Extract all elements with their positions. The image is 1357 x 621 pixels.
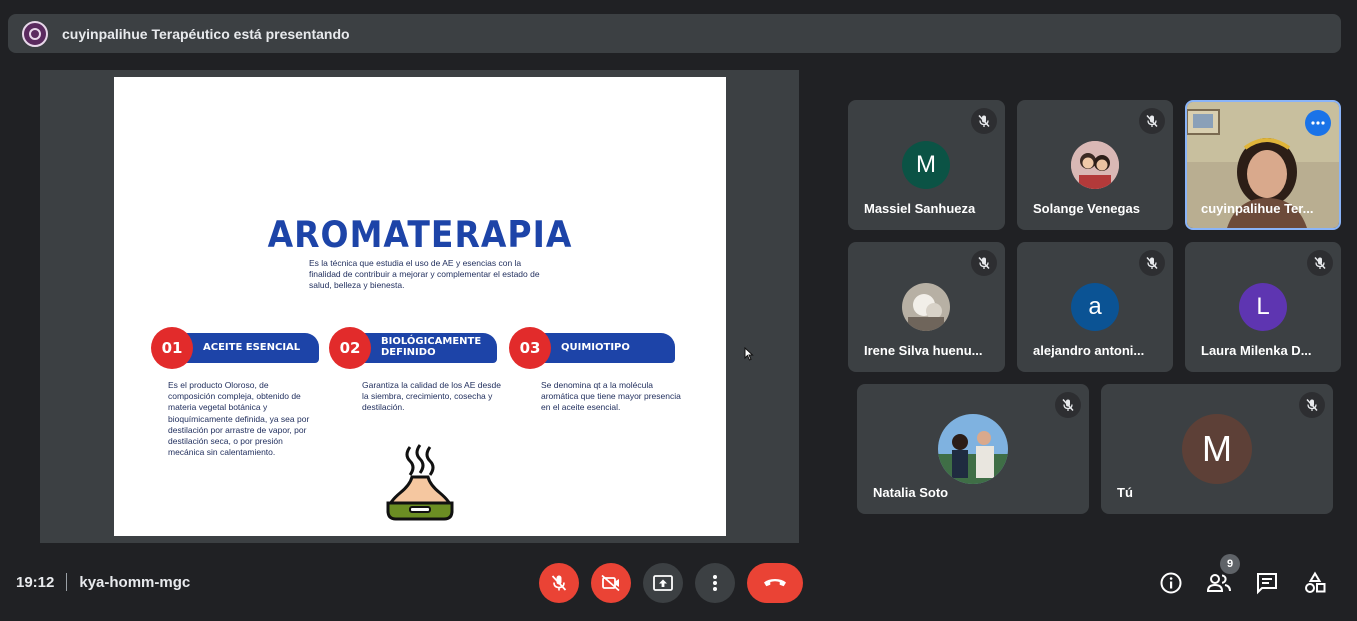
participant-name: Irene Silva huenu... [864, 343, 983, 358]
slide-item-3: 03 QUIMIOTIPO [509, 327, 679, 369]
participant-name: Massiel Sanhueza [864, 201, 976, 216]
chat-button[interactable] [1254, 570, 1280, 596]
leave-call-button[interactable] [747, 563, 803, 603]
camera-off-icon [601, 574, 620, 592]
item-number: 02 [329, 327, 371, 369]
participant-name: cuyinpalihue Ter... [1201, 201, 1314, 216]
mic-off-icon [1307, 250, 1333, 276]
meeting-code[interactable]: kya-homm-mgc [79, 574, 190, 591]
present-screen-button[interactable] [643, 563, 683, 603]
participant-photo [1071, 141, 1119, 189]
participant-name: alejandro antoni... [1033, 343, 1145, 358]
participant-tile[interactable]: Solange Venegas [1017, 100, 1173, 230]
toggle-mic-button[interactable] [539, 563, 579, 603]
item-2-description: Garantiza la calidad de los AE desde la … [362, 380, 501, 413]
self-avatar: M [1182, 414, 1252, 484]
meeting-time: 19:12 [16, 573, 55, 591]
people-button[interactable] [1206, 570, 1232, 596]
slide-title: AROMATERAPIA [267, 213, 573, 256]
mic-off-icon [1139, 250, 1165, 276]
people-icon [1206, 574, 1231, 592]
more-vert-icon [713, 575, 717, 591]
item-1-description: Es el producto Oloroso, de composición c… [168, 380, 310, 458]
mic-off-icon [1055, 392, 1081, 418]
participant-tile[interactable]: M Massiel Sanhueza [848, 100, 1005, 230]
end-call-icon [764, 579, 786, 587]
slide-item-2: 02 BIOLÓGICAMENTE DEFINIDO [329, 327, 499, 369]
participant-photo [938, 414, 1008, 484]
item-label: QUIMIOTIPO [561, 342, 630, 353]
presenter-avatar [22, 20, 48, 47]
participant-name: Solange Venegas [1033, 201, 1140, 216]
activities-icon [1305, 571, 1326, 593]
mic-off-icon [1299, 392, 1325, 418]
self-tile[interactable]: M Tú [1101, 384, 1333, 514]
participant-name: Natalia Soto [873, 485, 949, 500]
participant-avatar: M [902, 141, 950, 189]
info-icon [1160, 572, 1182, 594]
presentation-stage[interactable]: AROMATERAPIA Es la técnica que estudia e… [40, 70, 799, 543]
mic-off-icon [971, 250, 997, 276]
diffuser-icon [386, 444, 454, 521]
slide-item-1: 01 ACEITE ESENCIAL [151, 327, 319, 369]
divider [66, 573, 68, 591]
participant-avatar: L [1239, 283, 1287, 331]
presenting-banner: cuyinpalihue Terapéutico está presentand… [8, 14, 1341, 53]
chat-icon [1257, 573, 1277, 595]
item-label: BIOLÓGICAMENTE DEFINIDO [381, 336, 482, 358]
item-3-description: Se denomina qt a la molécula aromática q… [541, 380, 681, 413]
meeting-details-button[interactable] [1158, 570, 1184, 596]
item-number: 01 [151, 327, 193, 369]
slide-intro: Es la técnica que estudia el uso de AE y… [309, 258, 540, 291]
self-name: Tú [1117, 485, 1133, 500]
participant-tile[interactable]: L Laura Milenka D... [1185, 242, 1341, 372]
presenting-text: cuyinpalihue Terapéutico está presentand… [62, 25, 350, 42]
item-label: ACEITE ESENCIAL [203, 342, 301, 353]
participant-tile[interactable]: Natalia Soto [857, 384, 1089, 514]
mouse-cursor-icon [744, 347, 754, 361]
item-number: 03 [509, 327, 551, 369]
participant-tile[interactable]: a alejandro antoni... [1017, 242, 1173, 372]
participant-name: Laura Milenka D... [1201, 343, 1312, 358]
slide: AROMATERAPIA Es la técnica que estudia e… [114, 77, 726, 536]
participant-avatar: a [1071, 283, 1119, 331]
mic-off-icon [551, 575, 567, 591]
more-options-button[interactable] [695, 563, 735, 603]
participant-photo [902, 283, 950, 331]
mic-off-icon [971, 108, 997, 134]
toggle-camera-button[interactable] [591, 563, 631, 603]
activities-button[interactable] [1302, 570, 1328, 596]
participant-tile-presenter[interactable]: cuyinpalihue Ter... [1185, 100, 1341, 230]
mic-off-icon [1139, 108, 1165, 134]
meeting-info: 19:12 kya-homm-mgc [16, 573, 190, 591]
participant-tile[interactable]: Irene Silva huenu... [848, 242, 1005, 372]
present-screen-icon [653, 575, 673, 591]
more-options-icon[interactable] [1305, 110, 1331, 136]
